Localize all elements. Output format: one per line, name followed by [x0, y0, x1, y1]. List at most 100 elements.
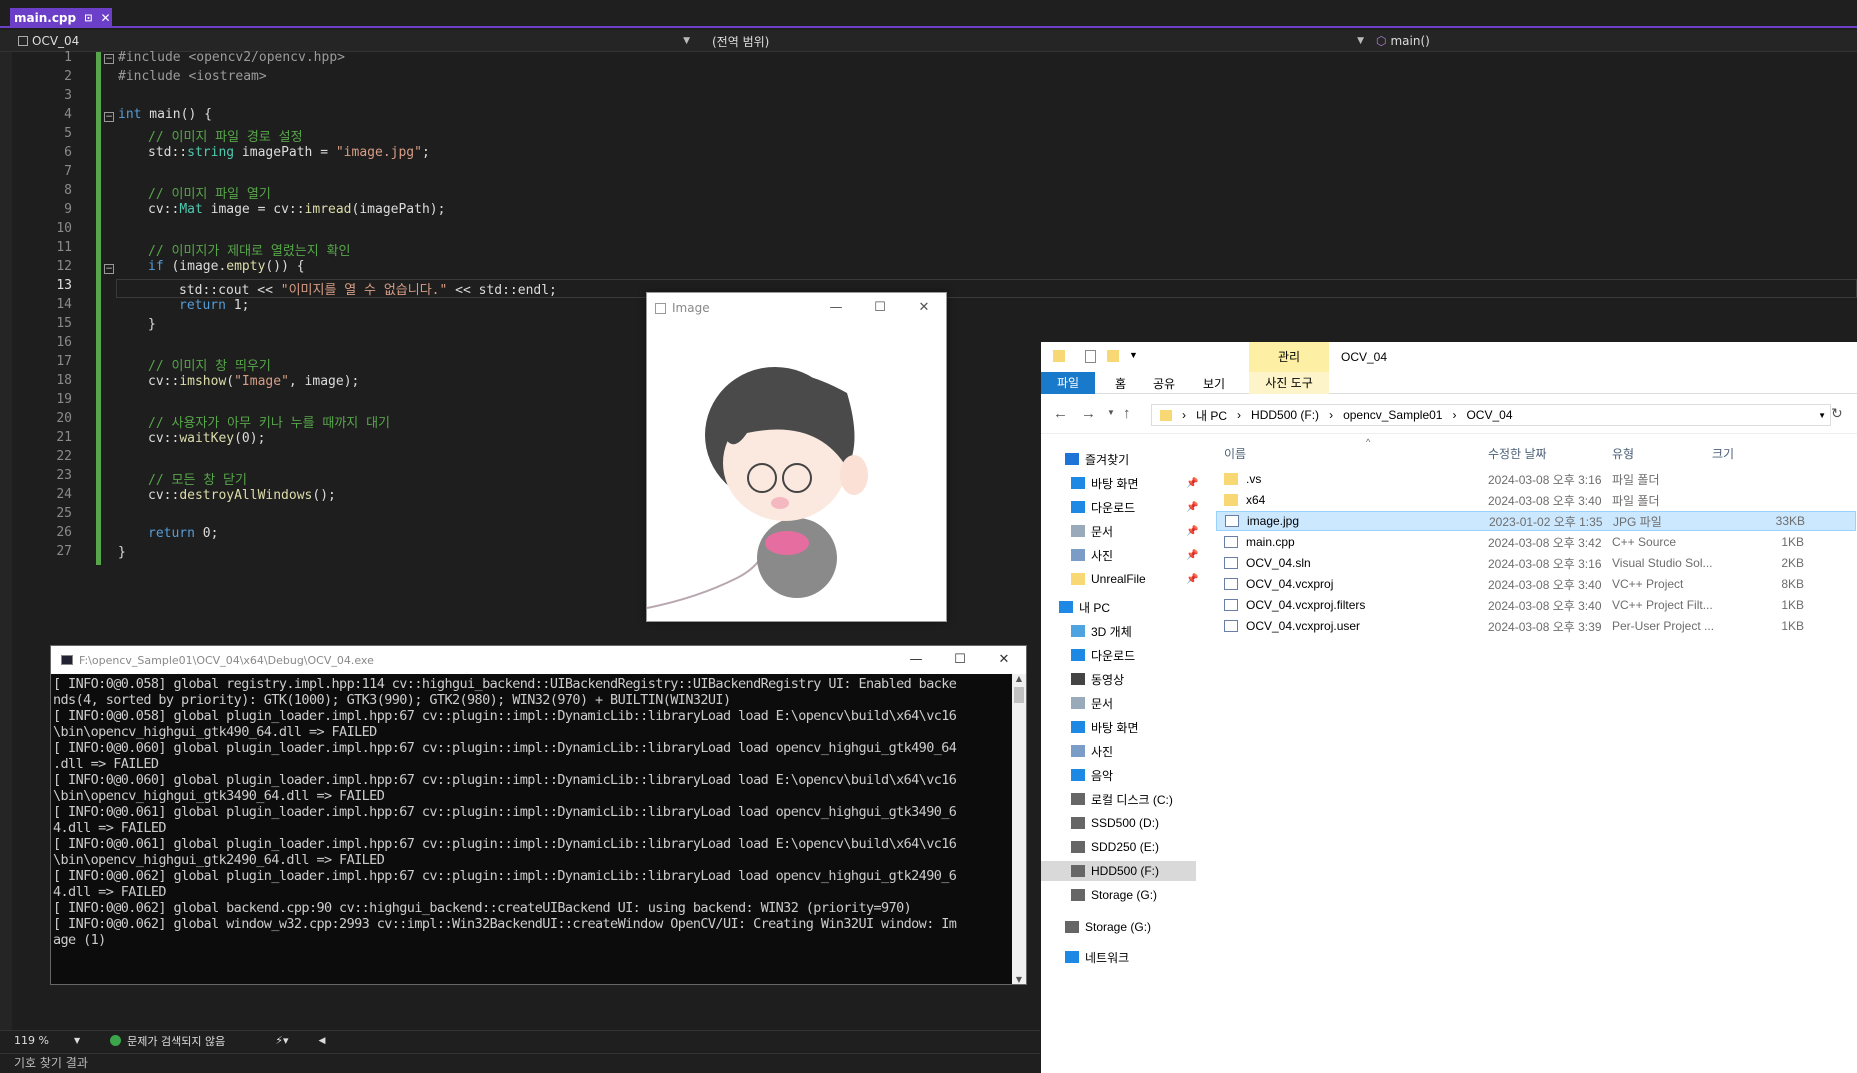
column-type[interactable]: 유형 — [1612, 445, 1634, 462]
nav-item[interactable]: 네트워크 — [1065, 947, 1225, 967]
up-icon[interactable]: ↑ — [1123, 405, 1131, 422]
file-row[interactable]: image.jpg 2023-01-02 오후 1:35 JPG 파일 33KB — [1216, 511, 1856, 531]
scroll-down-icon[interactable]: ▼ — [1012, 975, 1026, 984]
pin-icon[interactable]: 📌 — [1186, 502, 1198, 513]
code-line-23[interactable]: // 모든 창 닫기 — [148, 469, 247, 488]
code-line-2[interactable]: #include <iostream> — [118, 69, 267, 84]
breadcrumb-drive[interactable]: HDD500 (F:) — [1251, 408, 1319, 422]
column-name[interactable]: 이름 — [1224, 445, 1246, 462]
close-tab-icon[interactable]: ✕ — [101, 11, 111, 25]
file-row[interactable]: OCV_04.sln 2024-03-08 오후 3:16 Visual Studi… — [1216, 553, 1856, 573]
code-line-13[interactable]: std::cout << "이미지를 열 수 없습니다." << std::en… — [179, 279, 557, 298]
forward-icon[interactable]: → — [1081, 405, 1096, 422]
zoom-dropdown[interactable]: 119 % — [14, 1034, 74, 1047]
code-line-20[interactable]: // 사용자가 아무 키나 누를 때까지 대기 — [148, 412, 390, 431]
maximize-icon[interactable]: ☐ — [938, 646, 982, 676]
nav-item[interactable]: Storage (G:) — [1065, 917, 1225, 937]
console-window[interactable]: F:\opencv_Sample01\OCV_04\x64\Debug\OCV_… — [50, 645, 1027, 985]
brush-icon[interactable]: ⚡▾ — [275, 1034, 288, 1047]
scroll-thumb[interactable] — [1014, 687, 1024, 703]
breadcrumb-current[interactable]: OCV_04 — [1466, 408, 1512, 422]
nav-item[interactable]: 사진 — [1071, 741, 1231, 761]
nav-item[interactable]: UnrealFile 📌 — [1071, 569, 1231, 589]
file-row[interactable]: OCV_04.vcxproj.filters 2024-03-08 오후 3:40… — [1216, 595, 1856, 615]
code-line-24[interactable]: cv::destroyAllWindows(); — [148, 488, 336, 503]
nav-item[interactable]: 사진 📌 — [1071, 545, 1231, 565]
code-line-6[interactable]: std::string imagePath = "image.jpg"; — [148, 145, 430, 160]
folder-icon[interactable] — [1053, 350, 1065, 362]
column-date[interactable]: 수정한 날짜 — [1488, 445, 1547, 462]
pin-icon[interactable]: 📌 — [1186, 550, 1198, 561]
file-row[interactable]: .vs 2024-03-08 오후 3:16 파일 폴더 — [1216, 469, 1856, 489]
code-line-1[interactable]: #include <opencv2/opencv.hpp> — [118, 50, 345, 65]
console-scrollbar[interactable]: ▲ ▼ — [1012, 674, 1026, 984]
scope-dropdown[interactable]: (전역 범위) ▼ — [708, 32, 1368, 50]
pin-icon[interactable]: 📌 — [1186, 478, 1198, 489]
nav-item[interactable]: 다운로드 — [1071, 645, 1231, 665]
nav-item[interactable]: SSD500 (D:) — [1071, 813, 1231, 833]
fold-icon[interactable]: − — [104, 264, 114, 274]
file-row[interactable]: x64 2024-03-08 오후 3:40 파일 폴더 — [1216, 490, 1856, 510]
issues-status[interactable]: 문제가 검색되지 않음 — [127, 1033, 225, 1049]
scroll-up-icon[interactable]: ▲ — [1012, 674, 1026, 683]
properties-icon[interactable] — [1085, 350, 1096, 363]
tab-share[interactable]: 공유 — [1153, 375, 1175, 392]
nav-item[interactable]: 로컬 디스크 (C:) — [1071, 789, 1231, 809]
new-folder-icon[interactable] — [1107, 350, 1119, 362]
nav-item[interactable]: 내 PC — [1059, 597, 1219, 617]
code-line-18[interactable]: cv::imshow("Image", image); — [148, 374, 359, 389]
fold-icon[interactable]: − — [104, 112, 114, 122]
file-row[interactable]: OCV_04.vcxproj 2024-03-08 오후 3:40 VC++ Pro… — [1216, 574, 1856, 594]
code-line-15[interactable]: } — [148, 317, 156, 332]
nav-item[interactable]: 동영상 — [1071, 669, 1231, 689]
nav-item[interactable]: 문서 📌 — [1071, 521, 1231, 541]
file-row[interactable]: OCV_04.vcxproj.user 2024-03-08 오후 3:39 Per… — [1216, 616, 1856, 636]
tab-picture-tools[interactable]: 사진 도구 — [1249, 372, 1329, 394]
breadcrumb-pc[interactable]: 내 PC — [1196, 407, 1227, 424]
image-window-titlebar[interactable]: Image — ☐ ✕ — [647, 293, 946, 323]
console-output[interactable]: [ INFO:0@0.058] global registry.impl.hpp… — [53, 676, 1013, 981]
nav-item[interactable]: 즐겨찾기 — [1065, 449, 1225, 469]
minimize-icon[interactable]: — — [814, 293, 858, 323]
output-panel-title[interactable]: 기호 찾기 결과 — [14, 1056, 88, 1070]
fold-icon[interactable]: − — [104, 54, 114, 64]
member-dropdown[interactable]: ⬡ main() — [1372, 32, 1857, 50]
code-line-12[interactable]: if (image.empty()) { — [148, 259, 305, 274]
code-line-4[interactable]: int main() { — [118, 107, 212, 122]
nav-item[interactable]: Storage (G:) — [1071, 885, 1231, 905]
nav-item[interactable]: SDD250 (E:) — [1071, 837, 1231, 857]
code-line-21[interactable]: cv::waitKey(0); — [148, 431, 265, 446]
nav-item[interactable]: 바탕 화면 — [1071, 717, 1231, 737]
pin-icon[interactable]: 📌 — [1186, 526, 1198, 537]
close-icon[interactable]: ✕ — [982, 646, 1026, 676]
chevron-down-icon[interactable]: ▼ — [1818, 411, 1826, 420]
column-size[interactable]: 크기 — [1712, 445, 1734, 462]
nav-item[interactable]: 문서 — [1071, 693, 1231, 713]
nav-item[interactable]: 3D 개체 — [1071, 621, 1231, 641]
opencv-image-window[interactable]: Image — ☐ ✕ — [646, 292, 947, 622]
code-line-9[interactable]: cv::Mat image = cv::imread(imagePath); — [148, 202, 445, 217]
pin-icon[interactable]: ⊡ — [84, 13, 92, 24]
nav-item[interactable]: 다운로드 📌 — [1071, 497, 1231, 517]
project-dropdown[interactable]: OCV_04 ▼ — [14, 32, 694, 50]
scroll-left-icon[interactable]: ◀ — [318, 1036, 325, 1046]
back-icon[interactable]: ← — [1053, 405, 1068, 422]
tab-view[interactable]: 보기 — [1203, 375, 1225, 392]
maximize-icon[interactable]: ☐ — [858, 293, 902, 323]
minimize-icon[interactable]: — — [894, 646, 938, 676]
recent-chevron-icon[interactable]: ▼ — [1107, 408, 1115, 417]
tab-main-cpp[interactable]: main.cpp ⊡ ✕ — [10, 8, 112, 28]
code-line-8[interactable]: // 이미지 파일 열기 — [148, 183, 271, 202]
file-row[interactable]: main.cpp 2024-03-08 오후 3:42 C++ Source 1KB — [1216, 532, 1856, 552]
console-titlebar[interactable]: F:\opencv_Sample01\OCV_04\x64\Debug\OCV_… — [51, 646, 1026, 674]
code-line-5[interactable]: // 이미지 파일 경로 설정 — [148, 126, 303, 145]
address-bar[interactable]: › 내 PC › HDD500 (F:) › opencv_Sample01 ›… — [1151, 404, 1831, 426]
nav-item[interactable]: 바탕 화면 📌 — [1071, 473, 1231, 493]
tab-home[interactable]: 홈 — [1115, 375, 1126, 392]
chevron-down-icon[interactable]: ▼ — [1129, 350, 1138, 360]
breadcrumb-folder[interactable]: opencv_Sample01 — [1343, 408, 1442, 422]
file-explorer-window[interactable]: ▼ 관리 OCV_04 파일 홈 공유 보기 사진 도구 ← → ▼ ↑ › 내… — [1041, 342, 1857, 1073]
code-line-17[interactable]: // 이미지 창 띄우기 — [148, 355, 271, 374]
refresh-icon[interactable]: ↻ — [1831, 405, 1843, 422]
code-line-26[interactable]: return 0; — [148, 526, 218, 541]
